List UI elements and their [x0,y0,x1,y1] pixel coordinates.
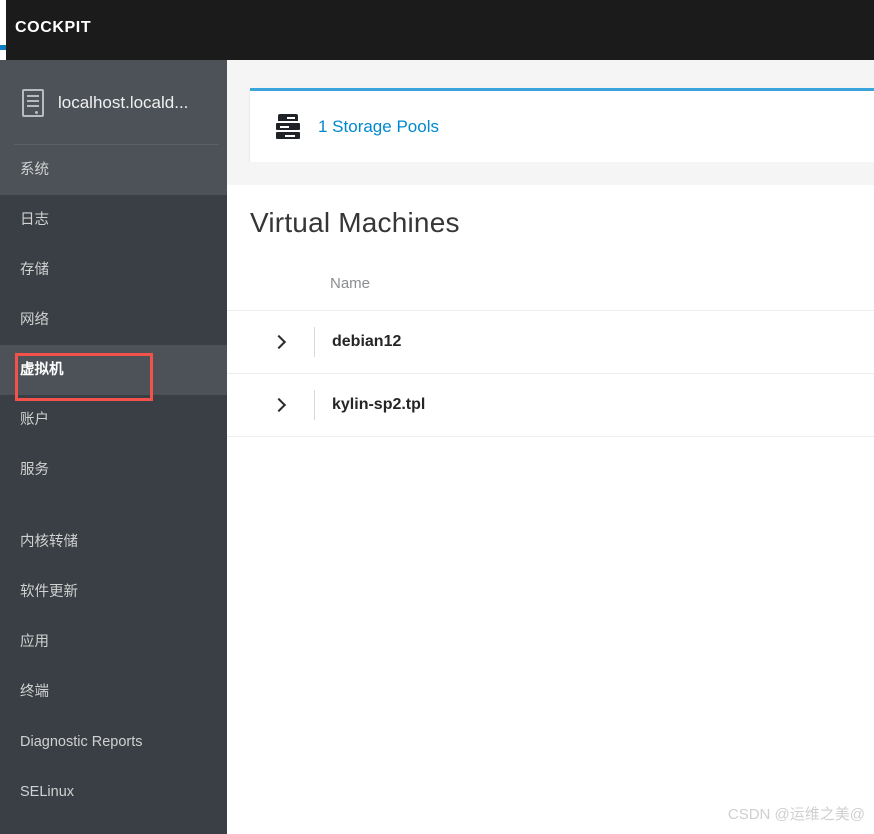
cockpit-app: COCKPIT localhost.locald... 系统 日志 存储 网络 … [0,0,874,834]
vm-name-link[interactable]: debian12 [332,333,401,351]
sidebar-item-software-updates[interactable]: 软件更新 [0,567,227,617]
sidebar-item-label: 终端 [20,684,49,700]
virtual-machines-section: Virtual Machines Name debian12 kylin-sp2… [227,185,874,437]
sidebar-item-applications[interactable]: 应用 [0,617,227,667]
sidebar-item-label: 存储 [20,262,49,278]
header-accent-marker [0,45,6,50]
page-title: Virtual Machines [250,207,460,238]
sidebar-item-network[interactable]: 网络 [0,295,227,345]
sidebar-item-kernel-dump[interactable]: 内核转储 [0,517,227,567]
virtual-machines-table: Name debian12 kylin-sp2.tpl [227,256,874,437]
table-row[interactable]: kylin-sp2.tpl [227,374,874,437]
overview-section: 1 Storage Pools [227,60,874,185]
header-left-edge [0,0,6,60]
sidebar-item-label: 内核转储 [20,534,78,550]
sidebar-item-label: SELinux [20,784,75,800]
storage-pool-icon [276,113,300,140]
sidebar-item-label: 账户 [20,412,49,428]
sidebar-item-label: 系统 [20,162,49,178]
table-row[interactable]: debian12 [227,311,874,374]
host-name-label: localhost.locald... [58,92,189,112]
chevron-right-icon[interactable] [272,335,286,349]
storage-pools-link[interactable]: 1 Storage Pools [318,117,439,137]
top-header-bar: COCKPIT [0,0,874,60]
sidebar-item-logs[interactable]: 日志 [0,195,227,245]
sidebar-item-label: 虚拟机 [20,362,64,378]
sidebar-item-storage[interactable]: 存储 [0,245,227,295]
brand-logo-text[interactable]: COCKPIT [15,19,91,37]
sidebar-nav-primary: 系统 日志 存储 网络 虚拟机 账户 服务 内核转储 软件更新 应用 终端 Di… [0,145,227,817]
server-tower-icon [22,88,44,117]
sidebar-item-terminal[interactable]: 终端 [0,667,227,717]
chevron-right-icon[interactable] [272,398,286,412]
sidebar-item-accounts[interactable]: 账户 [0,395,227,445]
sidebar: localhost.locald... 系统 日志 存储 网络 虚拟机 账户 服… [0,60,227,834]
sidebar-item-services[interactable]: 服务 [0,445,227,495]
sidebar-item-virtual-machines[interactable]: 虚拟机 [0,345,227,395]
sidebar-item-selinux[interactable]: SELinux [0,767,227,817]
sidebar-item-diagnostic-reports[interactable]: Diagnostic Reports [0,717,227,767]
sidebar-group-divider [0,495,227,517]
storage-pools-card[interactable]: 1 Storage Pools [250,88,874,162]
section-spacer [227,162,874,185]
vm-name-link[interactable]: kylin-sp2.tpl [332,396,425,414]
host-selector[interactable]: localhost.locald... [0,60,227,145]
row-divider [314,327,315,357]
sidebar-item-label: 日志 [20,212,49,228]
sidebar-item-system[interactable]: 系统 [0,145,227,195]
sidebar-item-label: 网络 [20,312,49,328]
sidebar-item-label: Diagnostic Reports [20,734,143,750]
column-header-name: Name [330,274,371,292]
sidebar-item-label: 服务 [20,462,49,478]
watermark-text: CSDN @运维之美@ [727,806,865,823]
main-content: 1 Storage Pools Virtual Machines Name de… [227,60,874,834]
sidebar-item-label: 应用 [20,634,49,650]
row-divider [314,390,315,420]
sidebar-item-label: 软件更新 [20,584,78,600]
table-header-row: Name [227,256,874,311]
